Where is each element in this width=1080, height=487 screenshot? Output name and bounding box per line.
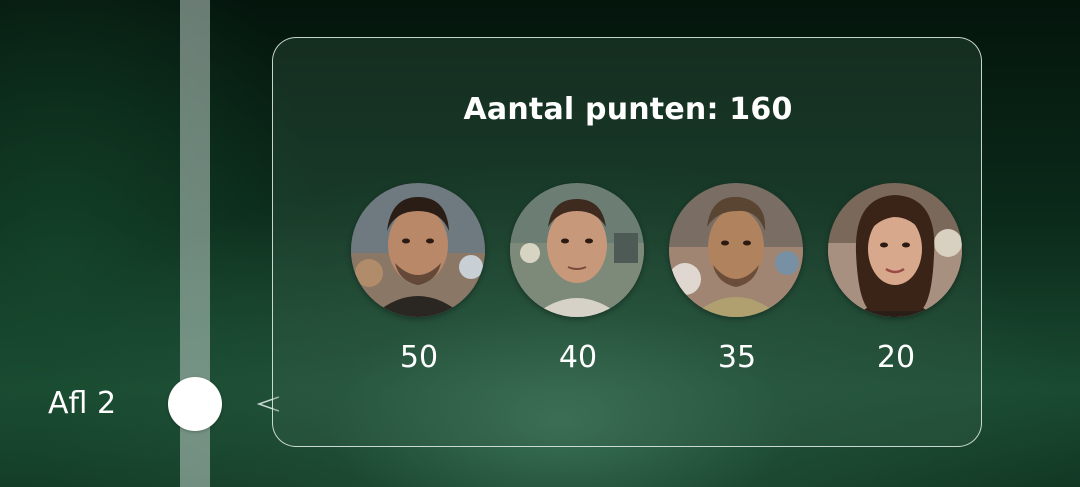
player-list: 50 40 35 20 bbox=[349, 183, 969, 383]
player-score: 35 bbox=[717, 340, 757, 375]
points-summary-bubble: Aantal punten: 160 50 40 35 20 bbox=[272, 37, 982, 447]
points-total-title: Aantal punten: 160 bbox=[463, 92, 793, 127]
player-card[interactable]: 40 bbox=[508, 183, 648, 383]
player-card[interactable]: 20 bbox=[826, 183, 966, 383]
player-card[interactable]: 50 bbox=[349, 183, 489, 383]
woman-portrait-avatar bbox=[828, 183, 962, 317]
episode-label: Afl 2 bbox=[48, 386, 117, 421]
player-score: 40 bbox=[558, 340, 598, 375]
man-portrait-avatar bbox=[351, 183, 485, 317]
man-portrait-avatar bbox=[669, 183, 803, 317]
man-portrait-avatar bbox=[510, 183, 644, 317]
player-score: 50 bbox=[399, 340, 439, 375]
timeline-episode-marker[interactable] bbox=[168, 377, 222, 431]
player-score: 20 bbox=[876, 340, 916, 375]
player-card[interactable]: 35 bbox=[667, 183, 807, 383]
